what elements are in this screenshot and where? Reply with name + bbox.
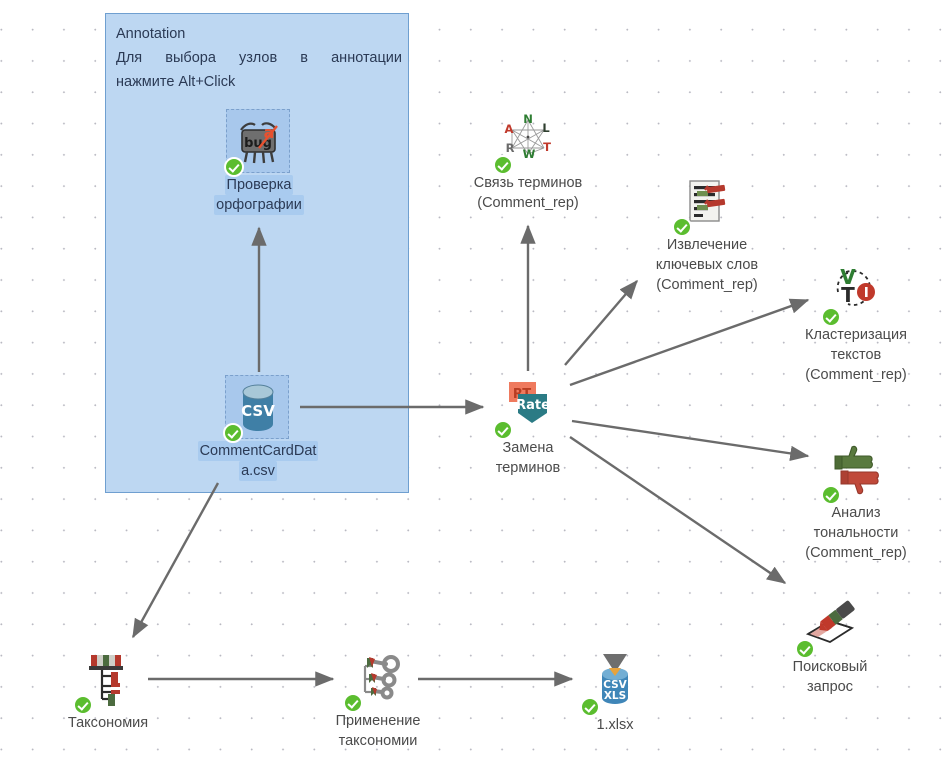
node-label-csv-source: CommentCardDat a.csv — [197, 441, 319, 481]
node-term-replacement[interactable]: RT Rate Замена терминов — [453, 375, 603, 478]
node-term-relation[interactable]: N L T W R A Связь терминов (Comment_rep) — [453, 110, 603, 213]
node-icon-xlsx-output[interactable]: CSV XLS — [580, 652, 645, 717]
edge-replacement-to-sentiment — [571, 419, 810, 461]
node-label-text-clustering: Кластеризация текстов (Comment_rep) — [805, 327, 907, 383]
svg-text:CSV: CSV — [241, 402, 275, 420]
node-taxonomy[interactable]: Таксономия — [33, 650, 183, 733]
status-ok-badge — [493, 420, 513, 440]
node-label-keyword-extraction: Извлечение ключевых слов (Comment_rep) — [655, 237, 759, 293]
node-icon-search-query[interactable] — [795, 594, 860, 659]
status-ok-badge — [343, 693, 363, 713]
status-ok-badge — [795, 639, 815, 659]
node-keyword-extraction[interactable]: Извлечение ключевых слов (Comment_rep) — [632, 172, 782, 295]
status-ok-badge — [580, 697, 600, 717]
svg-text:L: L — [542, 121, 550, 135]
node-search-query[interactable]: Поисковый запрос — [755, 594, 905, 697]
node-icon-apply-taxonomy[interactable] — [343, 648, 408, 713]
node-label-term-replacement: Замена терминов — [495, 440, 561, 476]
svg-text:Rate: Rate — [516, 398, 550, 413]
annotation-line-2: Для выбора узлов в аннотации — [116, 50, 402, 66]
annotation-text: Annotation Для выбора узлов в аннотации … — [116, 22, 402, 94]
node-icon-term-relation[interactable]: N L T W R A — [493, 110, 558, 175]
status-ok-badge — [223, 423, 243, 443]
node-icon-sentiment-analysis[interactable] — [821, 440, 886, 505]
node-label-taxonomy: Таксономия — [67, 715, 149, 731]
svg-text:T: T — [543, 140, 551, 154]
svg-text:N: N — [523, 112, 533, 126]
node-label-apply-taxonomy: Применение таксономии — [335, 713, 421, 749]
status-ok-badge — [224, 157, 244, 177]
annotation-title: Annotation — [116, 26, 186, 42]
node-icon-taxonomy[interactable] — [73, 650, 138, 715]
node-icon-text-clustering[interactable]: V T — [821, 262, 886, 327]
node-label-xlsx-output: 1.xlsx — [596, 717, 634, 733]
svg-text:R: R — [506, 141, 515, 155]
edge-csv-to-taxonomy — [131, 482, 220, 639]
node-icon-spell-check[interactable]: bug a — [224, 109, 290, 177]
svg-text:XLS: XLS — [604, 690, 626, 702]
node-label-sentiment-analysis: Анализ тональности (Comment_rep) — [805, 505, 907, 561]
status-ok-badge — [73, 695, 93, 715]
node-xlsx-output[interactable]: CSV XLS 1.xlsx — [540, 652, 690, 735]
node-apply-taxonomy[interactable]: Применение таксономии — [303, 648, 453, 751]
workflow-canvas[interactable]: Annotation Для выбора узлов в аннотации … — [0, 0, 942, 773]
status-ok-badge — [821, 307, 841, 327]
node-icon-term-replacement[interactable]: RT Rate — [493, 375, 558, 440]
node-text-clustering[interactable]: V T Кластеризация текстов (Comment_rep) — [781, 262, 931, 385]
node-label-term-relation: Связь терминов (Comment_rep) — [473, 175, 583, 211]
svg-text:A: A — [505, 122, 514, 136]
edge-replacement-to-keyword-extraction — [564, 279, 638, 366]
annotation-line-3: нажмите Alt+Click — [116, 74, 236, 90]
node-icon-keyword-extraction[interactable] — [672, 172, 737, 237]
status-ok-badge — [821, 485, 841, 505]
edge-replacement-to-clustering — [569, 298, 810, 387]
status-ok-badge — [672, 217, 692, 237]
node-csv-source[interactable]: CSV CommentCardDat a.csv — [183, 375, 333, 481]
status-ok-badge — [493, 155, 513, 175]
node-spell-check[interactable]: bug a Проверка орфографии — [184, 109, 334, 215]
node-sentiment-analysis[interactable]: Анализ тональности (Comment_rep) — [781, 440, 931, 563]
node-label-spell-check: Проверка орфографии — [214, 175, 304, 215]
node-label-search-query: Поисковый запрос — [792, 659, 868, 695]
node-icon-csv-source[interactable]: CSV — [223, 375, 289, 443]
svg-text:W: W — [523, 147, 536, 161]
svg-text:T: T — [841, 283, 855, 307]
